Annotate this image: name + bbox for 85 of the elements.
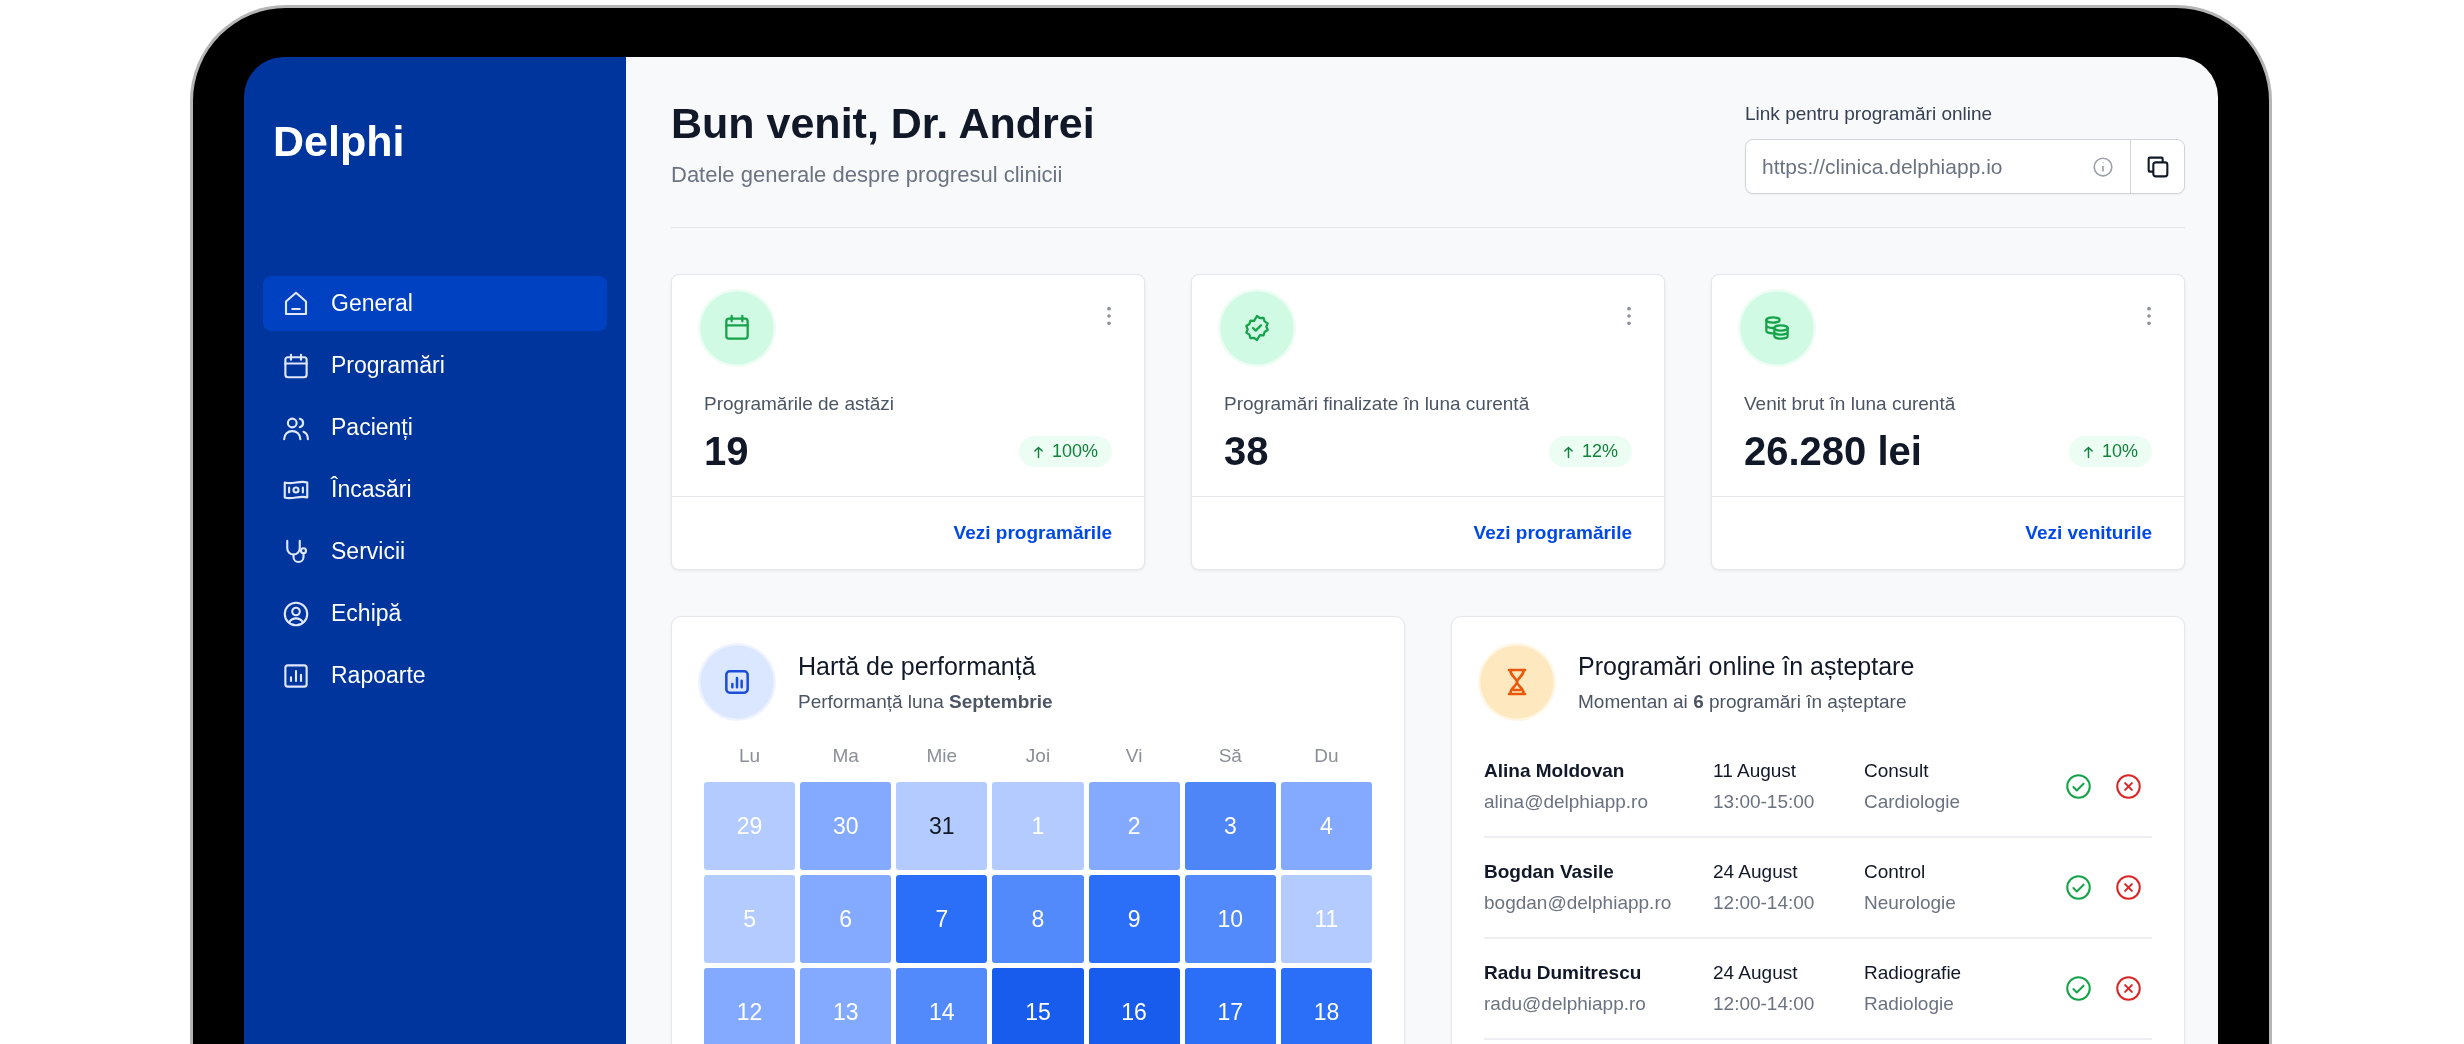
appointment-date: 24 August: [1713, 861, 1799, 883]
heatmap-cell: 3: [1184, 782, 1276, 870]
reject-icon[interactable]: [2115, 773, 2142, 800]
heatmap-cell: 17: [1184, 968, 1276, 1044]
heatmap-cell: 9: [1088, 875, 1180, 963]
sidebar-item[interactable]: Încasări: [263, 462, 607, 517]
panel-subtitle: Momentan ai 6 programări în așteptare: [1578, 690, 1908, 713]
heatmap-cell: 8: [992, 875, 1084, 963]
patient-email: radu@delphiapp.ro: [1484, 993, 1647, 1015]
trend-badge: 100%: [1018, 436, 1112, 467]
stat-label: Programări finalizate în luna curentă: [1224, 393, 1531, 415]
heatmap-cell: 30: [800, 782, 892, 870]
specialty: Neurologie: [1864, 892, 1957, 914]
appointment-time: 12:00-14:00: [1713, 993, 1816, 1015]
weekday-label: Du: [1313, 745, 1340, 768]
weekday-label: Joi: [1024, 745, 1052, 768]
arrow-up-icon: [2082, 444, 2094, 459]
appointment-time: 12:00-14:00: [1713, 892, 1816, 914]
weekday-label: Vi: [1124, 745, 1144, 768]
heatmap-cell: 4: [1280, 782, 1372, 870]
stat-value: 26.280 lei: [1744, 429, 1922, 474]
patient-email: bogdan@delphiapp.ro: [1484, 892, 1673, 914]
sidebar-item[interactable]: Echipă: [263, 586, 607, 641]
sidebar-item[interactable]: Pacienți: [263, 400, 607, 455]
weekday-label: Să: [1217, 745, 1243, 768]
weekday-label: Mie: [925, 745, 959, 768]
more-options-icon[interactable]: [2146, 305, 2152, 327]
appointment-date: 24 August: [1713, 962, 1799, 984]
appointment-type: Consult: [1864, 760, 1930, 782]
panel-subtitle: Performanță luna Septembrie: [798, 690, 1053, 713]
accept-icon[interactable]: [2065, 975, 2092, 1002]
heatmap-cell: 6: [800, 875, 892, 963]
accept-icon[interactable]: [2065, 874, 2092, 901]
sidebar-item[interactable]: Servicii: [263, 524, 607, 579]
specialty: Radiologie: [1864, 993, 1955, 1015]
sidebar-item[interactable]: Programări: [263, 338, 607, 393]
stat-label: Venit brut în luna curentă: [1744, 393, 1957, 415]
trend-badge: 12%: [1548, 436, 1632, 467]
card-link[interactable]: Vezi programările: [953, 522, 1112, 544]
heatmap-cell: 2: [1088, 782, 1180, 870]
heatmap-cell: 14: [896, 968, 988, 1044]
appointment-type: Control: [1864, 861, 1927, 883]
heatmap-cell: 18: [1280, 968, 1372, 1044]
sidebar-item[interactable]: General: [263, 276, 607, 331]
heatmap-cell: 15: [992, 968, 1084, 1044]
heatmap-cell: 1: [992, 782, 1084, 870]
heatmap-cell: 16: [1088, 968, 1180, 1044]
heatmap-cell: 12: [704, 968, 796, 1044]
patient-name: Bogdan Vasile: [1484, 861, 1615, 883]
card-link[interactable]: Vezi programările: [1473, 522, 1632, 544]
logo: Delphi: [272, 117, 406, 166]
panel-title: Programări online în așteptare: [1578, 651, 1915, 681]
reject-icon[interactable]: [2115, 874, 2142, 901]
specialty: Cardiologie: [1864, 791, 1962, 813]
page-title: Bun venit, Dr. Andrei: [671, 99, 1095, 148]
arrow-up-icon: [1562, 444, 1574, 459]
more-options-icon[interactable]: [1626, 305, 1632, 327]
heatmap-cell: 7: [896, 875, 988, 963]
heatmap-cell: 29: [704, 782, 796, 870]
heatmap-cell: 13: [800, 968, 892, 1044]
heatmap-cell: 10: [1184, 875, 1276, 963]
heatmap-cell: 11: [1280, 875, 1372, 963]
patient-email: alina@delphiapp.ro: [1484, 791, 1649, 813]
more-options-icon[interactable]: [1106, 305, 1112, 327]
panel-title: Hartă de performanță: [798, 651, 1037, 681]
appointment-type: Radiografie: [1864, 962, 1963, 984]
stat-value: 38: [1224, 429, 1269, 474]
patient-name: Radu Dumitrescu: [1484, 962, 1643, 984]
accept-icon[interactable]: [2065, 773, 2092, 800]
trend-badge: 10%: [2068, 436, 2152, 467]
stat-value: 19: [704, 429, 749, 474]
heatmap-cell: 5: [704, 875, 796, 963]
arrow-up-icon: [1032, 444, 1044, 459]
sidebar-item[interactable]: Rapoarte: [263, 648, 607, 703]
field-label: Link pentru programări online: [1745, 103, 1994, 125]
appointment-time: 13:00-15:00: [1713, 791, 1816, 813]
reject-icon[interactable]: [2115, 975, 2142, 1002]
appointment-date: 11 August: [1713, 760, 1798, 782]
heatmap-cell: 31: [896, 782, 988, 870]
stat-label: Programările de astăzi: [704, 393, 896, 415]
card-link[interactable]: Vezi veniturile: [2025, 522, 2152, 544]
page-subtitle: Datele generale despre progresul clinicii: [671, 162, 1064, 188]
patient-name: Alina Moldovan: [1484, 760, 1626, 782]
weekday-label: Ma: [831, 745, 860, 768]
weekday-label: Lu: [738, 745, 762, 768]
